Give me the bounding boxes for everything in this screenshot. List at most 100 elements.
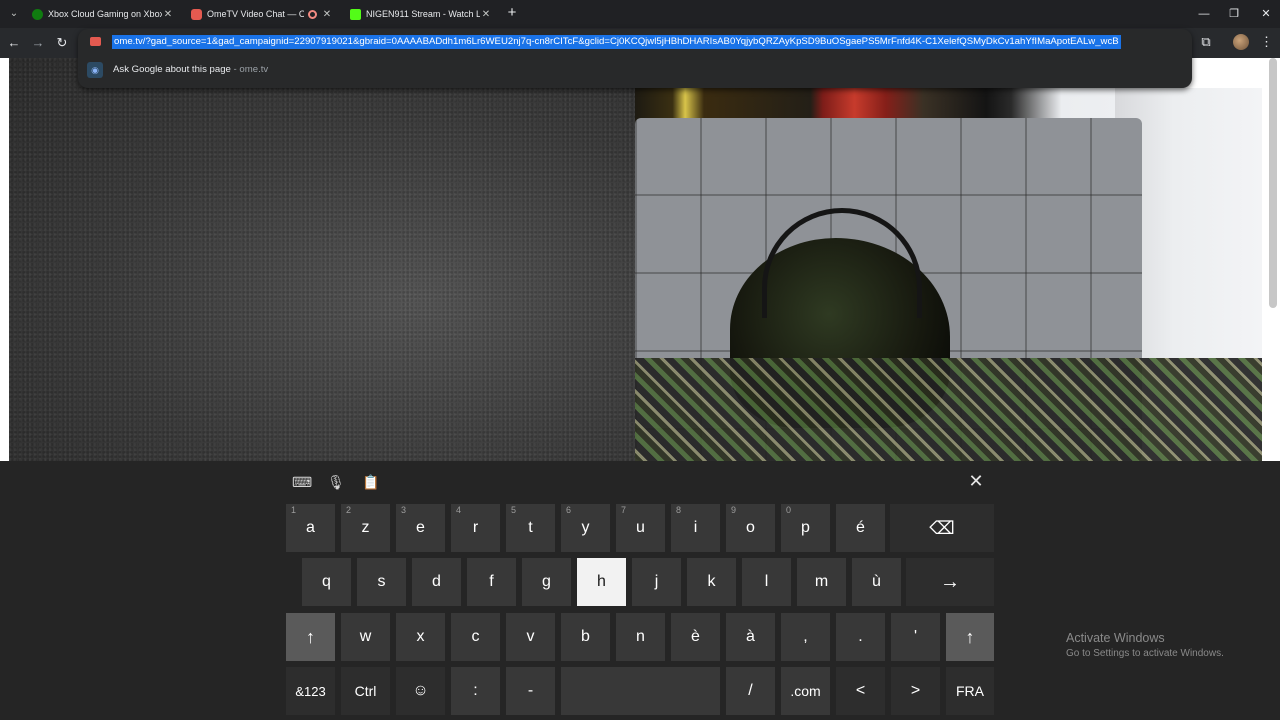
key-label: w: [359, 628, 372, 645]
key-p[interactable]: 0p: [781, 504, 830, 552]
tab-ometv[interactable]: OmeTV Video Chat — Omegle ✕: [185, 4, 339, 24]
activate-windows-watermark: Activate Windows Go to Settings to activ…: [1066, 631, 1224, 661]
page-scrollbar[interactable]: [1269, 58, 1277, 308]
key-dash[interactable]: -: [506, 667, 555, 715]
arrow-right-icon[interactable]: >: [891, 667, 940, 715]
minimize-icon[interactable]: —: [1196, 6, 1212, 22]
omnibox-suggestion[interactable]: Ask Google about this page - ome.tv: [113, 64, 268, 75]
key-d[interactable]: d: [412, 558, 461, 606]
key-c[interactable]: c: [451, 613, 500, 661]
key-colon[interactable]: :: [451, 667, 500, 715]
key-label: n: [636, 628, 645, 645]
key-dotcom[interactable]: .com: [781, 667, 830, 715]
omnibox-dropdown: ome.tv/?gad_source=1&gad_campaignid=2290…: [78, 29, 1192, 88]
tab-search-chevron-icon[interactable]: ⌄: [6, 6, 22, 22]
key-label: m: [814, 573, 829, 590]
extensions-puzzle-icon[interactable]: ⧉: [1198, 34, 1214, 50]
key-x[interactable]: x: [396, 613, 445, 661]
enter-arrow-icon[interactable]: →: [906, 558, 994, 606]
tab-xbox[interactable]: Xbox Cloud Gaming on Xbox.com ✕: [26, 4, 180, 24]
key-label: z: [361, 519, 370, 536]
reload-icon[interactable]: ↻: [54, 34, 70, 52]
profile-avatar[interactable]: [1233, 34, 1249, 50]
new-tab-plus-icon[interactable]: +: [505, 5, 519, 21]
key-number-hint: 4: [456, 505, 462, 515]
key-f[interactable]: f: [467, 558, 516, 606]
key-q[interactable]: q: [302, 558, 351, 606]
key-è[interactable]: è: [671, 613, 720, 661]
key-ctrl[interactable]: Ctrl: [341, 667, 390, 715]
key-number-hint: 7: [621, 505, 627, 515]
key-label: ': [913, 628, 918, 645]
key-slash[interactable]: /: [726, 667, 775, 715]
key-symbols[interactable]: &123: [286, 667, 335, 715]
tab-close-icon[interactable]: ✕: [162, 9, 174, 20]
backspace-icon[interactable]: ⌫: [890, 504, 994, 552]
video-scene-blanket: [635, 358, 1262, 461]
key-n[interactable]: n: [616, 613, 665, 661]
keyboard-close-icon[interactable]: ✕: [966, 470, 986, 492]
microphone-icon[interactable]: 🎙: [326, 472, 346, 492]
key-l[interactable]: l: [742, 558, 791, 606]
tab-title: OmeTV Video Chat — Omegle: [207, 9, 304, 19]
key-language[interactable]: FRA: [946, 667, 994, 715]
restore-icon[interactable]: ❐: [1226, 6, 1242, 22]
key-label: h: [597, 573, 606, 590]
key-z[interactable]: 2z: [341, 504, 390, 552]
tab-close-icon[interactable]: ✕: [480, 9, 492, 20]
key-t[interactable]: 5t: [506, 504, 555, 552]
clipboard-icon[interactable]: 📋: [361, 472, 381, 492]
key-y[interactable]: 6y: [561, 504, 610, 552]
key-h[interactable]: h: [577, 558, 626, 606]
key-label: f: [489, 573, 494, 590]
key-label: é: [856, 519, 865, 536]
watermark-title: Activate Windows: [1066, 631, 1165, 645]
key-label: l: [764, 573, 769, 590]
arrow-left-icon[interactable]: <: [836, 667, 885, 715]
tab-kick-stream[interactable]: NIGEN911 Stream - Watch Live ✕: [344, 4, 498, 24]
key-.[interactable]: .: [836, 613, 885, 661]
key-label: q: [322, 573, 331, 590]
keyboard-settings-icon[interactable]: ⌨: [292, 472, 312, 492]
key-r[interactable]: 4r: [451, 504, 500, 552]
key-'[interactable]: ': [891, 613, 940, 661]
window-close-icon[interactable]: ✕: [1258, 6, 1274, 22]
key-j[interactable]: j: [632, 558, 681, 606]
key-label: v: [526, 628, 535, 645]
shift-right-icon[interactable]: ↑: [946, 613, 994, 661]
key-é[interactable]: é: [836, 504, 885, 552]
key-s[interactable]: s: [357, 558, 406, 606]
more-menu-icon[interactable]: ⋮: [1260, 34, 1273, 50]
address-bar-url[interactable]: ome.tv/?gad_source=1&gad_campaignid=2290…: [112, 35, 1121, 49]
key-w[interactable]: w: [341, 613, 390, 661]
key-à[interactable]: à: [726, 613, 775, 661]
emoji-icon[interactable]: ☺: [396, 667, 445, 715]
key-label: à: [746, 628, 755, 645]
key-label: ù: [872, 573, 881, 590]
key-label: c: [471, 628, 480, 645]
key-v[interactable]: v: [506, 613, 555, 661]
shift-left-icon[interactable]: ↑: [286, 613, 335, 661]
back-arrow-icon[interactable]: ←: [6, 34, 22, 52]
watermark-subtitle: Go to Settings to activate Windows.: [1066, 648, 1224, 659]
key-,[interactable]: ,: [781, 613, 830, 661]
key-label: u: [636, 519, 645, 536]
key-o[interactable]: 9o: [726, 504, 775, 552]
key-g[interactable]: g: [522, 558, 571, 606]
forward-arrow-icon[interactable]: →: [30, 34, 46, 52]
key-label: y: [581, 519, 590, 536]
key-space[interactable]: [561, 667, 720, 715]
key-m[interactable]: m: [797, 558, 846, 606]
remote-video-feed: [635, 88, 1262, 461]
key-u[interactable]: 7u: [616, 504, 665, 552]
ometv-icon: [90, 37, 101, 46]
key-b[interactable]: b: [561, 613, 610, 661]
tab-close-icon[interactable]: ✕: [321, 9, 333, 20]
key-e[interactable]: 3e: [396, 504, 445, 552]
key-a[interactable]: 1a: [286, 504, 335, 552]
key-label: x: [416, 628, 425, 645]
key-label: g: [542, 573, 551, 590]
key-i[interactable]: 8i: [671, 504, 720, 552]
key-k[interactable]: k: [687, 558, 736, 606]
key-ù[interactable]: ù: [852, 558, 901, 606]
